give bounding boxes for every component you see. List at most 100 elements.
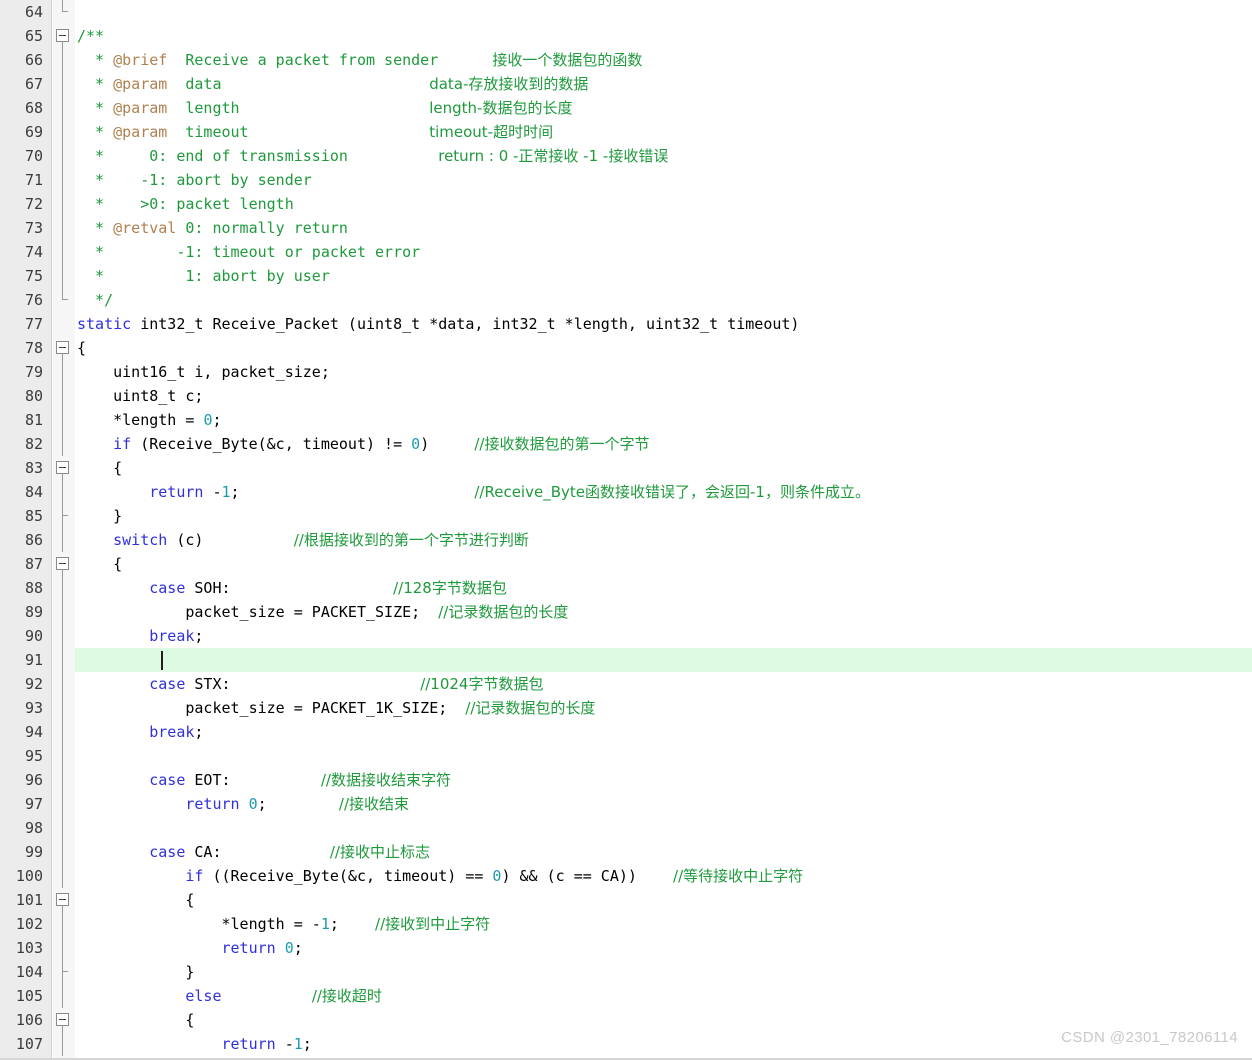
code-editor[interactable]: 64 65 66 67 68 69 70 71 72 73 74 75 76 77 78 79 80 81 82 83… xyxy=(0,0,1252,1060)
code-comment-cjk: //记录数据包的长度 xyxy=(438,603,569,621)
fold-toggle-icon[interactable] xyxy=(53,1008,75,1032)
fold-collapse-icon[interactable] xyxy=(56,1013,69,1026)
code-line[interactable]: * 0: end of transmission return : 0 -正常接… xyxy=(75,144,1252,168)
fold-guide-line xyxy=(62,936,63,960)
code-text: uint16_t i, packet_size; xyxy=(77,363,330,381)
code-line[interactable]: * @param timeout timeout-超时时间 xyxy=(75,120,1252,144)
fold-guide-icon xyxy=(53,432,75,456)
code-line[interactable]: * 1: abort by user xyxy=(75,264,1252,288)
line-number-label: 84 xyxy=(24,483,43,501)
code-line[interactable]: case STX: //1024字节数据包 xyxy=(75,672,1252,696)
line-number: 96 xyxy=(0,768,51,792)
fold-collapse-icon[interactable] xyxy=(56,29,69,42)
fold-collapse-icon[interactable] xyxy=(56,893,69,906)
code-line[interactable]: * @param length length-数据包的长度 xyxy=(75,96,1252,120)
code-line[interactable]: { xyxy=(75,456,1252,480)
fold-guide-icon xyxy=(53,768,75,792)
code-line[interactable]: * -1: abort by sender xyxy=(75,168,1252,192)
line-number: 91 xyxy=(0,648,51,672)
fold-collapse-icon[interactable] xyxy=(56,461,69,474)
fold-collapse-icon[interactable] xyxy=(56,341,69,354)
code-line[interactable]: case SOH: //128字节数据包 xyxy=(75,576,1252,600)
code-line[interactable]: * @param data data-存放接收到的数据 xyxy=(75,72,1252,96)
code-line[interactable]: if (Receive_Byte(&c, timeout) != 0) //接收… xyxy=(75,432,1252,456)
fold-branch-icon xyxy=(62,960,68,984)
code-line[interactable]: *length = 0; xyxy=(75,408,1252,432)
line-number-label: 88 xyxy=(24,579,43,597)
line-number: 82 xyxy=(0,432,51,456)
code-text: (c) xyxy=(167,531,294,549)
code-text-area[interactable]: /** * @brief Receive a packet from sende… xyxy=(75,0,1252,1060)
line-number: 77 xyxy=(0,312,51,336)
code-line[interactable]: packet_size = PACKET_SIZE; //记录数据包的长度 xyxy=(75,600,1252,624)
code-line[interactable]: uint16_t i, packet_size; xyxy=(75,360,1252,384)
fold-guide-line xyxy=(62,384,63,408)
line-number-label: 85 xyxy=(24,507,43,525)
code-comment-cjk: //数据接收结束字符 xyxy=(320,771,451,789)
fold-toggle-icon[interactable] xyxy=(53,888,75,912)
code-line[interactable]: * @brief Receive a packet from sender 接收… xyxy=(75,48,1252,72)
code-comment-cjk: length-数据包的长度 xyxy=(429,99,573,117)
code-keyword: break xyxy=(149,723,195,741)
fold-guide-line xyxy=(62,216,63,240)
code-line[interactable]: /** xyxy=(75,24,1252,48)
code-line[interactable] xyxy=(75,816,1252,840)
fold-guide-line xyxy=(62,696,63,720)
code-line[interactable]: * >0: packet length xyxy=(75,192,1252,216)
code-folding-gutter[interactable] xyxy=(53,0,75,1060)
fold-collapse-icon[interactable] xyxy=(56,557,69,570)
code-comment-cjk: //接收超时 xyxy=(311,987,382,1005)
fold-toggle-icon[interactable] xyxy=(53,24,75,48)
code-line[interactable]: uint8_t c; xyxy=(75,384,1252,408)
code-line[interactable]: * @retval 0: normally return xyxy=(75,216,1252,240)
code-line[interactable]: else //接收超时 xyxy=(75,984,1252,1008)
code-line[interactable]: } xyxy=(75,504,1252,528)
code-line[interactable]: { xyxy=(75,336,1252,360)
line-number-label: 81 xyxy=(24,411,43,429)
code-comment-cjk: //1024字节数据包 xyxy=(420,675,544,693)
code-line[interactable]: return 0; xyxy=(75,936,1252,960)
code-line[interactable]: case EOT: //数据接收结束字符 xyxy=(75,768,1252,792)
fold-toggle-icon[interactable] xyxy=(53,336,75,360)
code-line[interactable]: break; xyxy=(75,720,1252,744)
code-line[interactable]: { xyxy=(75,888,1252,912)
code-text: ) && (c == CA)) xyxy=(501,867,674,885)
code-comment-cjk: //128字节数据包 xyxy=(393,579,507,597)
fold-guide-icon xyxy=(53,1032,75,1056)
line-number-label: 92 xyxy=(24,675,43,693)
code-comment: * xyxy=(77,75,114,93)
code-line[interactable]: break; xyxy=(75,624,1252,648)
code-line[interactable] xyxy=(75,744,1252,768)
code-comment-cjk: //接收到中止字符 xyxy=(375,915,491,933)
code-line[interactable]: packet_size = PACKET_1K_SIZE; //记录数据包的长度 xyxy=(75,696,1252,720)
code-line[interactable]: */ xyxy=(75,288,1252,312)
fold-guide-line xyxy=(62,240,63,264)
fold-toggle-icon[interactable] xyxy=(53,456,75,480)
code-text: { xyxy=(77,1011,195,1029)
line-number-label: 89 xyxy=(24,603,43,621)
code-line[interactable]: return 0; //接收结束 xyxy=(75,792,1252,816)
code-line[interactable]: { xyxy=(75,552,1252,576)
code-keyword: if xyxy=(113,435,132,453)
fold-branch-icon xyxy=(62,504,68,528)
code-line[interactable]: return -1; //Receive_Byte函数接收错误了，会返回-1，则… xyxy=(75,480,1252,504)
code-line[interactable]: static int32_t Receive_Packet (uint8_t *… xyxy=(75,312,1252,336)
code-line[interactable]: * -1: timeout or packet error xyxy=(75,240,1252,264)
code-line[interactable] xyxy=(75,0,1252,24)
code-text: { xyxy=(77,555,123,573)
line-number-gutter: 64 65 66 67 68 69 70 71 72 73 74 75 76 77 78 79 80 81 82 83… xyxy=(0,0,52,1060)
code-number: 1 xyxy=(320,915,330,933)
fold-guide-icon xyxy=(53,576,75,600)
code-line[interactable]: if ((Receive_Byte(&c, timeout) == 0) && … xyxy=(75,864,1252,888)
line-number: 78 xyxy=(0,336,51,360)
code-line[interactable]: *length = -1; //接收到中止字符 xyxy=(75,912,1252,936)
code-line[interactable]: } xyxy=(75,960,1252,984)
code-line[interactable]: switch (c) //根据接收到的第一个字节进行判断 xyxy=(75,528,1252,552)
line-number-label: 72 xyxy=(24,195,43,213)
code-line[interactable]: case CA: //接收中止标志 xyxy=(75,840,1252,864)
line-number: 79 xyxy=(0,360,51,384)
code-line-current[interactable] xyxy=(75,648,1252,672)
fold-toggle-icon[interactable] xyxy=(53,552,75,576)
